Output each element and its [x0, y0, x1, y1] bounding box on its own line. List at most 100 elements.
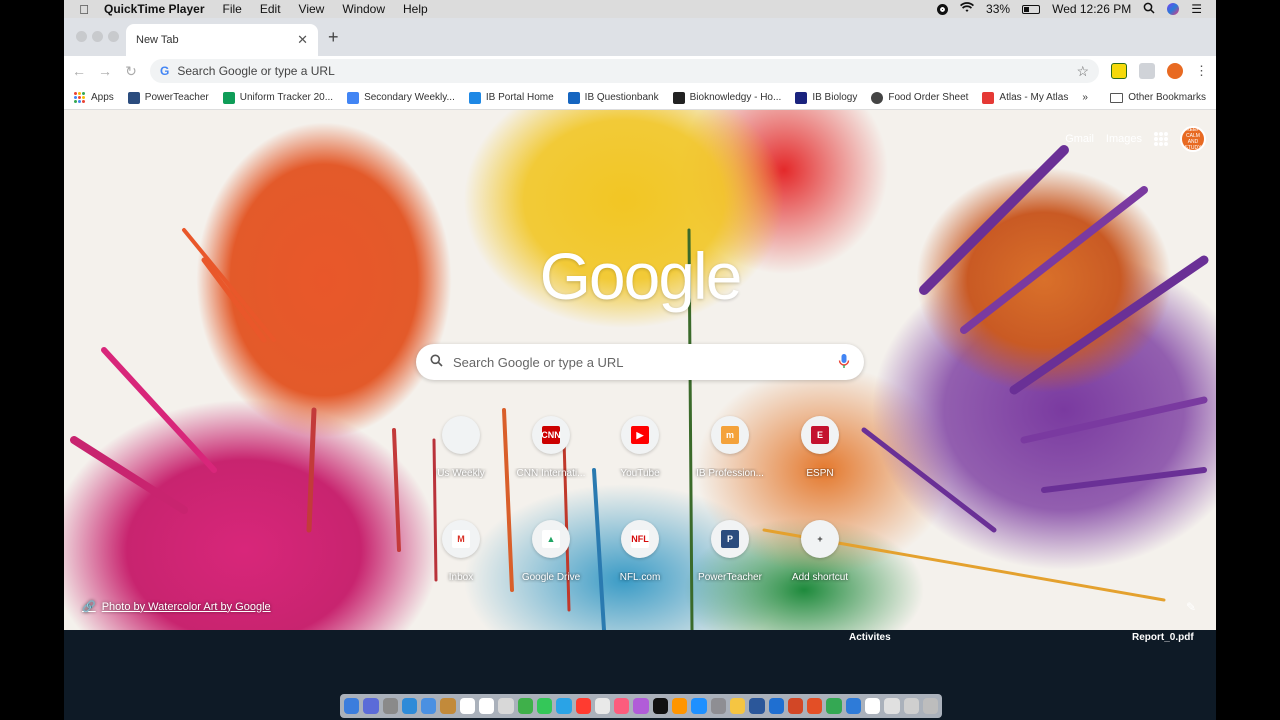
- chrome-menu-icon[interactable]: ⋮: [1195, 63, 1208, 79]
- dock-app-icon[interactable]: [884, 698, 900, 714]
- bookmark-bioknowledgy[interactable]: Bioknowledgy - Ho...: [672, 91, 781, 104]
- dock-app-icon[interactable]: [672, 698, 688, 714]
- close-tab-icon[interactable]: ✕: [297, 32, 308, 48]
- shortcut-label: Us Weekly: [437, 468, 485, 479]
- wifi-icon[interactable]: [960, 2, 975, 16]
- bookmark-apps[interactable]: Apps: [74, 91, 114, 104]
- extension-icon-1[interactable]: [1111, 63, 1127, 79]
- dock-app-icon[interactable]: [479, 698, 495, 714]
- ib-portal-icon: [468, 91, 481, 104]
- dock-app-icon[interactable]: [344, 698, 360, 714]
- microphone-icon[interactable]: [838, 353, 850, 372]
- dock-app-icon[interactable]: [633, 698, 649, 714]
- ntp-search-box[interactable]: Search Google or type a URL: [416, 344, 864, 380]
- dock-app-icon[interactable]: [556, 698, 572, 714]
- bookmark-ib-portal-home[interactable]: IB Portal Home: [468, 91, 554, 104]
- spotlight-search-icon[interactable]: [1143, 2, 1155, 17]
- shortcut-tile[interactable]: Us Weekly: [416, 416, 506, 479]
- dock-app-icon[interactable]: [517, 698, 533, 714]
- bookmark-uniform-tracker[interactable]: Uniform Tracker 20...: [222, 91, 333, 104]
- shortcut-tile[interactable]: ▶ YouTube: [595, 416, 685, 479]
- dock-app-icon[interactable]: [459, 698, 476, 714]
- dock-app-icon[interactable]: [710, 698, 726, 714]
- battery-icon[interactable]: [1022, 4, 1041, 14]
- shortcut-circle: NFL: [621, 520, 659, 558]
- record-icon[interactable]: [937, 3, 949, 15]
- zoom-window-button[interactable]: [108, 31, 119, 42]
- shortcut-favicon-icon: NFL: [631, 530, 649, 548]
- bookmark-powerteacher[interactable]: PowerTeacher: [127, 91, 209, 104]
- desktop-item-activites[interactable]: Activites: [849, 632, 891, 643]
- menu-window[interactable]: Window: [342, 2, 385, 16]
- clock[interactable]: Wed 12:26 PM: [1052, 2, 1131, 16]
- dock-app-icon[interactable]: [536, 698, 553, 714]
- dock-app-icon[interactable]: [807, 698, 823, 714]
- dock-app-icon[interactable]: [903, 698, 919, 714]
- dock-app-icon[interactable]: [614, 698, 630, 714]
- dock-app-icon[interactable]: [691, 698, 707, 714]
- dock-app-icon[interactable]: [768, 698, 784, 714]
- dock-app-icon[interactable]: [401, 698, 418, 714]
- new-tab-button[interactable]: +: [328, 27, 339, 48]
- dock-app-icon[interactable]: [498, 698, 514, 714]
- menu-view[interactable]: View: [299, 2, 325, 16]
- bookmark-atlas[interactable]: Atlas - My Atlas: [982, 91, 1068, 104]
- dock-app-icon[interactable]: [440, 698, 456, 714]
- dock-app-icon[interactable]: [421, 698, 437, 714]
- shortcut-tile[interactable]: ▲ Google Drive: [506, 520, 596, 583]
- shortcut-tile[interactable]: P PowerTeacher: [685, 520, 775, 583]
- apple-menu-icon[interactable]: : [64, 2, 104, 17]
- menu-file[interactable]: File: [223, 2, 242, 16]
- extension-icon-2[interactable]: [1139, 63, 1155, 79]
- shortcut-circle: E: [801, 416, 839, 454]
- dock-app-icon[interactable]: [749, 698, 765, 714]
- shortcut-favicon-icon: M: [452, 530, 470, 548]
- close-window-button[interactable]: [76, 31, 87, 42]
- shortcut-tile[interactable]: E ESPN: [775, 416, 865, 479]
- bookmark-food-order-sheet[interactable]: Food Order Sheet: [871, 91, 968, 104]
- omnibox[interactable]: G Search Google or type a URL ☆: [150, 59, 1099, 83]
- bookmarks-overflow-button[interactable]: »: [1082, 92, 1088, 103]
- gmail-link[interactable]: Gmail: [1065, 133, 1094, 145]
- back-icon[interactable]: ←: [72, 63, 86, 79]
- bookmark-star-icon[interactable]: ☆: [1076, 63, 1089, 80]
- dock-app-icon[interactable]: [363, 698, 379, 714]
- bookmark-secondary-weekly[interactable]: Secondary Weekly...: [347, 91, 455, 104]
- background-attribution[interactable]: 🔗 Photo by Watercolor Art by Google: [82, 600, 271, 614]
- ib-biology-icon: [795, 91, 808, 104]
- shortcut-tile[interactable]: CNN CNN Internati...: [506, 416, 596, 479]
- dock-app-icon[interactable]: [787, 698, 804, 714]
- dock-app-icon[interactable]: [729, 698, 746, 714]
- menu-app-name[interactable]: QuickTime Player: [104, 2, 205, 16]
- dock-app-icon[interactable]: [594, 698, 611, 714]
- bookmark-ib-questionbank[interactable]: IB Questionbank: [567, 91, 659, 104]
- dock-app-icon[interactable]: [826, 698, 842, 714]
- shortcut-tile[interactable]: NFL NFL.com: [595, 520, 685, 583]
- siri-icon[interactable]: [1167, 3, 1180, 15]
- dock-app-icon[interactable]: [845, 698, 862, 714]
- profile-avatar-icon[interactable]: [1167, 63, 1183, 79]
- dock-app-icon[interactable]: [382, 698, 398, 714]
- search-icon: [430, 354, 443, 370]
- menu-edit[interactable]: Edit: [260, 2, 281, 16]
- dock-app-icon[interactable]: [652, 698, 669, 714]
- tab-new-tab[interactable]: New Tab ✕: [126, 24, 318, 56]
- dock-app-icon[interactable]: [865, 698, 881, 714]
- shortcut-tile[interactable]: + Add shortcut: [775, 520, 865, 583]
- forward-icon[interactable]: →: [98, 63, 112, 79]
- shortcut-tile[interactable]: M Inbox: [416, 520, 506, 583]
- desktop-item-report-pdf[interactable]: Report_0.pdf: [1132, 632, 1194, 643]
- account-avatar[interactable]: KEEP CALM AND STUDY: [1180, 126, 1206, 152]
- menu-help[interactable]: Help: [403, 2, 428, 16]
- dock-app-icon[interactable]: [575, 698, 591, 714]
- dock-app-icon[interactable]: [922, 698, 939, 714]
- other-bookmarks[interactable]: Other Bookmarks: [1110, 92, 1206, 103]
- bookmark-ib-biology[interactable]: IB Biology: [795, 91, 857, 104]
- google-apps-icon[interactable]: [1154, 132, 1168, 146]
- shortcut-tile[interactable]: m IB Profession...: [685, 416, 775, 479]
- customize-pencil-icon[interactable]: ✎: [1186, 600, 1196, 614]
- notification-center-icon[interactable]: ☰: [1191, 2, 1202, 16]
- images-link[interactable]: Images: [1106, 133, 1142, 145]
- reload-icon[interactable]: ↻: [124, 63, 138, 80]
- minimize-window-button[interactable]: [92, 31, 103, 42]
